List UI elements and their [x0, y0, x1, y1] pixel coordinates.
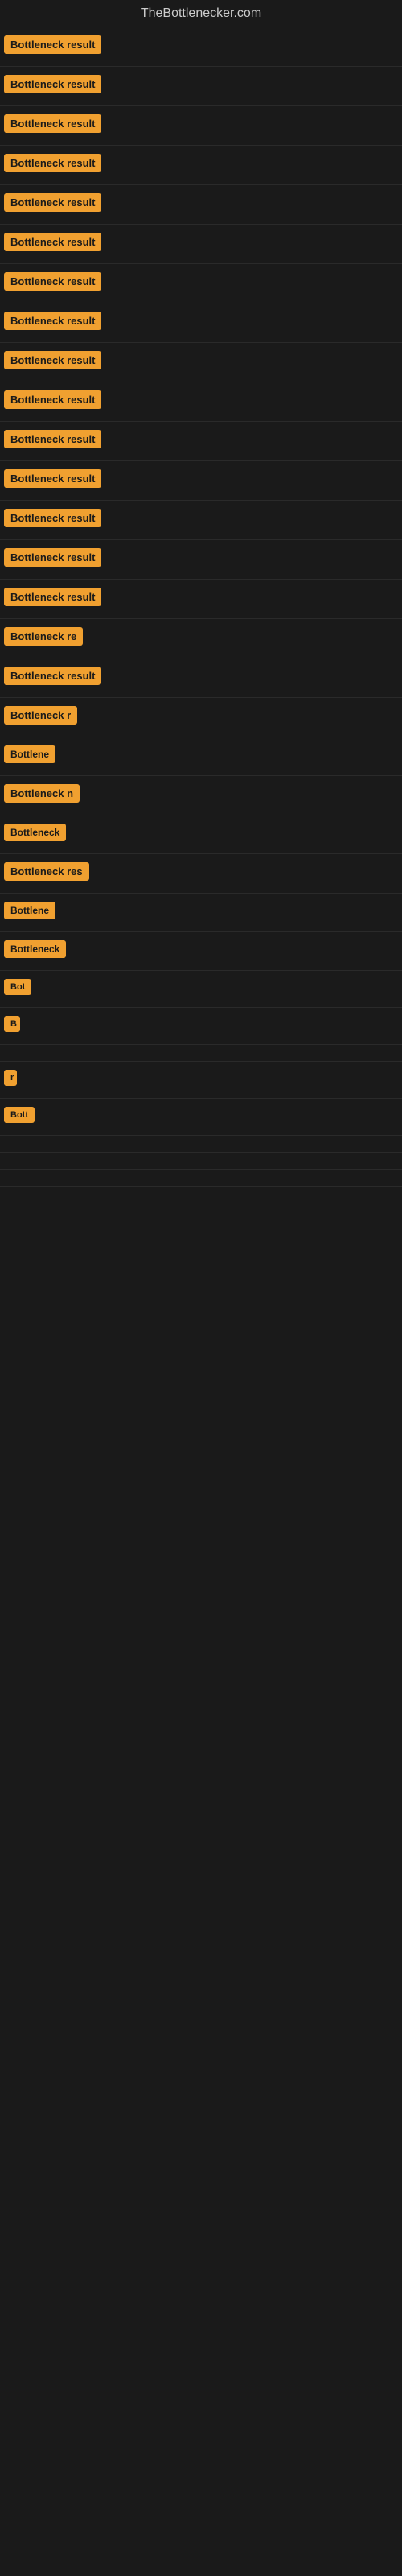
bottleneck-badge[interactable]: Bot: [4, 979, 31, 995]
result-row: Bottleneck re: [0, 619, 402, 658]
result-row: Bottlene: [0, 737, 402, 776]
result-row: Bottleneck result: [0, 185, 402, 225]
result-row: Bottleneck result: [0, 303, 402, 343]
bottleneck-badge[interactable]: Bottleneck n: [4, 784, 80, 803]
bottleneck-badge[interactable]: Bottleneck result: [4, 469, 101, 488]
result-row: Bottleneck result: [0, 658, 402, 698]
bottleneck-badge[interactable]: B: [4, 1016, 20, 1032]
bottleneck-badge[interactable]: Bottleneck result: [4, 312, 101, 330]
result-row: B: [0, 1008, 402, 1045]
site-title-container: TheBottlenecker.com: [0, 0, 402, 27]
result-row: Bottleneck result: [0, 461, 402, 501]
bottleneck-badge[interactable]: Bottleneck result: [4, 154, 101, 172]
result-row: Bottleneck r: [0, 698, 402, 737]
bottleneck-badge[interactable]: Bottleneck res: [4, 862, 89, 881]
result-row: Bottleneck result: [0, 106, 402, 146]
results-list: Bottleneck result Bottleneck result Bottle…: [0, 27, 402, 1220]
bottleneck-badge[interactable]: Bottleneck result: [4, 351, 101, 369]
bottleneck-badge[interactable]: Bottleneck result: [4, 233, 101, 251]
bottleneck-badge[interactable]: Bottlene: [4, 745, 55, 763]
result-row: Bottleneck result: [0, 540, 402, 580]
bottleneck-badge[interactable]: Bottleneck: [4, 824, 66, 841]
bottleneck-badge[interactable]: Bottleneck result: [4, 114, 101, 133]
site-title: TheBottlenecker.com: [0, 0, 402, 27]
result-row: Bottleneck result: [0, 343, 402, 382]
result-row: Bottleneck result: [0, 27, 402, 67]
result-row: [0, 1170, 402, 1187]
bottleneck-badge[interactable]: r: [4, 1070, 17, 1086]
bottleneck-badge[interactable]: Bottleneck result: [4, 667, 100, 685]
bottleneck-badge[interactable]: Bottleneck result: [4, 548, 101, 567]
bottleneck-badge[interactable]: Bottleneck result: [4, 509, 101, 527]
result-row: [0, 1136, 402, 1153]
bottleneck-badge[interactable]: Bottleneck result: [4, 430, 101, 448]
result-row: [0, 1045, 402, 1062]
result-row: r: [0, 1062, 402, 1099]
result-row: Bottleneck result: [0, 225, 402, 264]
result-row: [0, 1203, 402, 1220]
result-row: Bottleneck result: [0, 264, 402, 303]
result-row: Bot: [0, 971, 402, 1008]
result-row: Bottleneck result: [0, 67, 402, 106]
bottleneck-badge[interactable]: Bottleneck result: [4, 272, 101, 291]
result-row: Bottleneck res: [0, 854, 402, 894]
result-row: [0, 1153, 402, 1170]
bottleneck-badge[interactable]: Bottleneck result: [4, 390, 101, 409]
bottleneck-badge[interactable]: Bottleneck result: [4, 588, 101, 606]
bottleneck-badge[interactable]: Bottleneck result: [4, 35, 101, 54]
result-row: Bottleneck result: [0, 422, 402, 461]
result-row: Bottleneck result: [0, 580, 402, 619]
bottleneck-badge[interactable]: Bottleneck result: [4, 193, 101, 212]
bottleneck-badge[interactable]: Bottleneck result: [4, 75, 101, 93]
bottleneck-badge[interactable]: Bottleneck: [4, 940, 66, 958]
bottleneck-badge[interactable]: Bottlene: [4, 902, 55, 919]
bottleneck-badge[interactable]: Bottleneck r: [4, 706, 77, 724]
bottleneck-badge[interactable]: Bott: [4, 1107, 35, 1123]
result-row: Bottleneck result: [0, 146, 402, 185]
result-row: Bottleneck result: [0, 501, 402, 540]
bottleneck-badge[interactable]: Bottleneck re: [4, 627, 83, 646]
result-row: Bottleneck result: [0, 382, 402, 422]
result-row: Bottleneck: [0, 932, 402, 971]
result-row: Bottlene: [0, 894, 402, 932]
result-row: [0, 1187, 402, 1203]
result-row: Bottleneck n: [0, 776, 402, 815]
result-row: Bottleneck: [0, 815, 402, 854]
result-row: Bott: [0, 1099, 402, 1136]
